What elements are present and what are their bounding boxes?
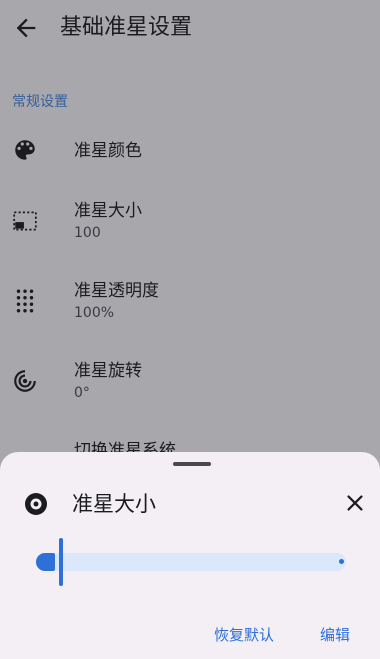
size-slider[interactable] [36, 538, 354, 586]
setting-value: 0° [74, 385, 90, 401]
setting-label: 准星大小 [74, 201, 142, 221]
reset-default-button[interactable]: 恢复默认 [214, 624, 274, 645]
setting-value: 100 [74, 225, 101, 241]
setting-label: 准星透明度 [74, 281, 159, 301]
setting-label: 准星旋转 [74, 361, 142, 381]
drag-handle[interactable] [173, 462, 211, 466]
size-frame-icon [13, 211, 37, 231]
slider-thumb[interactable] [59, 538, 63, 586]
app-bar: 基础准星设置 [0, 0, 380, 56]
bottom-sheet: 准星大小 恢复默认 编辑 [0, 452, 380, 659]
section-header: 常规设置 [12, 94, 68, 110]
slider-active-track [36, 553, 55, 571]
edit-button[interactable]: 编辑 [320, 624, 350, 645]
setting-item-opacity[interactable]: 准星透明度 100% [0, 272, 380, 332]
setting-item-rotation[interactable]: 准星旋转 0° [0, 352, 380, 412]
page-title: 基础准星设置 [60, 15, 193, 40]
palette-icon [15, 140, 35, 160]
slider-track [36, 553, 346, 571]
arrow-back-icon[interactable] [12, 14, 40, 42]
setting-item-size[interactable]: 准星大小 100 [0, 192, 380, 252]
slider-end-dot [339, 559, 344, 564]
setting-label: 准星颜色 [74, 141, 142, 161]
setting-item-color[interactable]: 准星颜色 [0, 130, 380, 174]
target-icon [25, 493, 47, 515]
dots-grid-icon [16, 289, 34, 313]
rotate-icon [14, 370, 36, 392]
setting-value: 100% [74, 305, 115, 321]
sheet-title: 准星大小 [72, 492, 156, 516]
close-icon[interactable] [344, 492, 366, 514]
